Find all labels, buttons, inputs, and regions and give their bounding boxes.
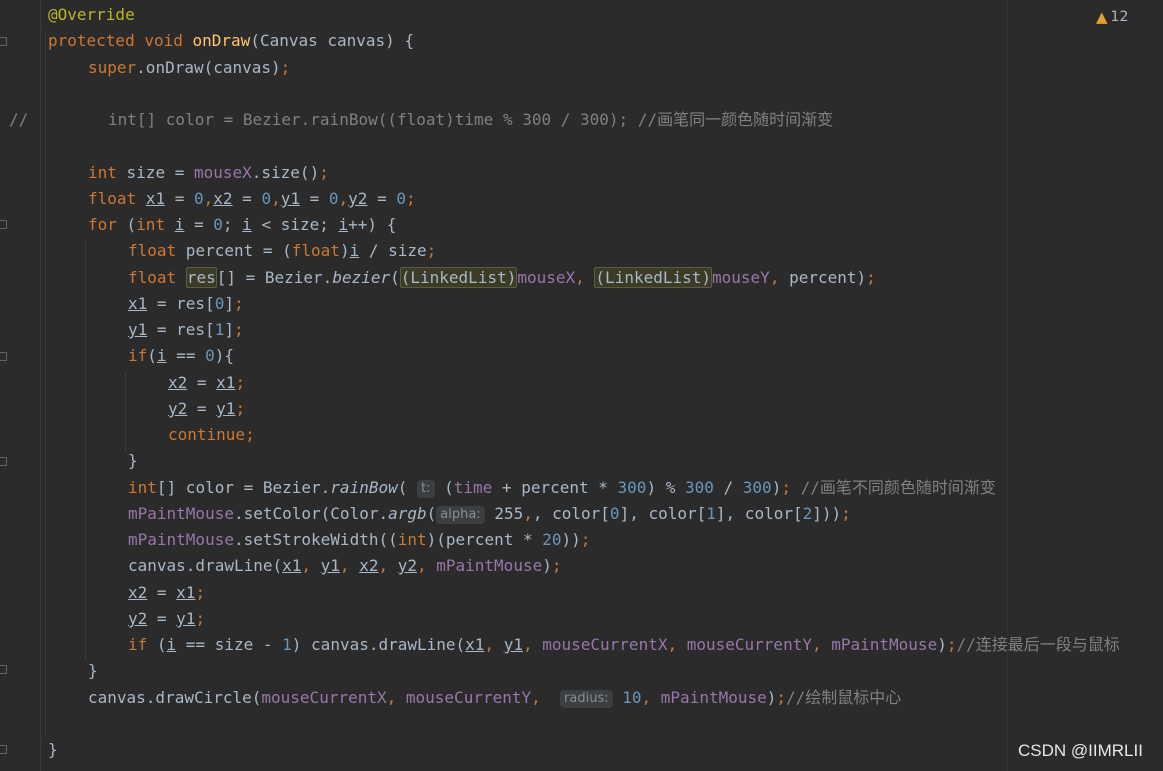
code-line-strokewidth: mPaintMouse.setStrokeWidth((int)(percent…	[128, 530, 591, 549]
code-line-for: for (int i = 0; i < size; i++) {	[88, 215, 397, 234]
code-line-for-close: }	[88, 661, 98, 680]
code-line-last-segment: if (i == size - 1) canvas.drawLine(x1, y…	[128, 635, 1120, 654]
code-editor[interactable]: @Override protected void onDraw(Canvas c…	[0, 0, 1163, 771]
code-line-if: if(i == 0){	[128, 346, 234, 365]
code-line-commented: int[] color = Bezier.rainBow((float)time…	[108, 110, 834, 129]
code-line-y2-assign: y2 = y1;	[128, 609, 206, 628]
warning-count: 12	[1110, 9, 1129, 25]
watermark: CSDN @IIMRLII	[1018, 741, 1143, 760]
code-line-floats: float x1 = 0,x2 = 0,y1 = 0,y2 = 0;	[88, 189, 416, 208]
code-line-y1: y1 = res[1];	[128, 320, 244, 339]
code-line-continue: continue;	[168, 425, 255, 444]
code-line-x1: x1 = res[0];	[128, 294, 244, 313]
code-line-3: super.onDraw(canvas);	[88, 58, 291, 77]
code-line-drawline: canvas.drawLine(x1, y1, x2, y2, mPaintMo…	[128, 556, 562, 575]
code-line-2: protected void onDraw(Canvas canvas) {	[48, 31, 415, 50]
code-line-if-close: }	[128, 451, 138, 470]
code-line-res: float res[] = Bezier.bezier((LinkedList)…	[128, 267, 876, 288]
param-hint: alpha:	[436, 506, 485, 524]
warning-triangle-icon: ▲	[1096, 8, 1108, 26]
code-line-drawcircle: canvas.drawCircle(mouseCurrentX, mouseCu…	[88, 688, 902, 708]
code-line-percent: float percent = (float)i / size;	[128, 241, 437, 260]
param-hint: radius:	[560, 690, 613, 708]
indent-guide	[85, 240, 86, 660]
code-line-method-close: }	[48, 740, 58, 759]
code-line-1: @Override	[48, 5, 135, 24]
inspection-widget[interactable]: ▲ 12	[1096, 6, 1128, 28]
code-line-x2: x2 = x1;	[168, 373, 246, 392]
indent-guide	[45, 30, 46, 738]
code-line-y2: y2 = y1;	[168, 399, 246, 418]
indent-guide	[125, 372, 126, 452]
code-line-size: int size = mouseX.size();	[88, 163, 329, 182]
code-line-x2-assign: x2 = x1;	[128, 583, 206, 602]
code-line-color: int[] color = Bezier.rainBow( t: (time +…	[128, 478, 996, 498]
param-hint: t:	[417, 480, 435, 498]
code-line-setcolor: mPaintMouse.setColor(Color.argb(alpha: 2…	[128, 504, 851, 524]
